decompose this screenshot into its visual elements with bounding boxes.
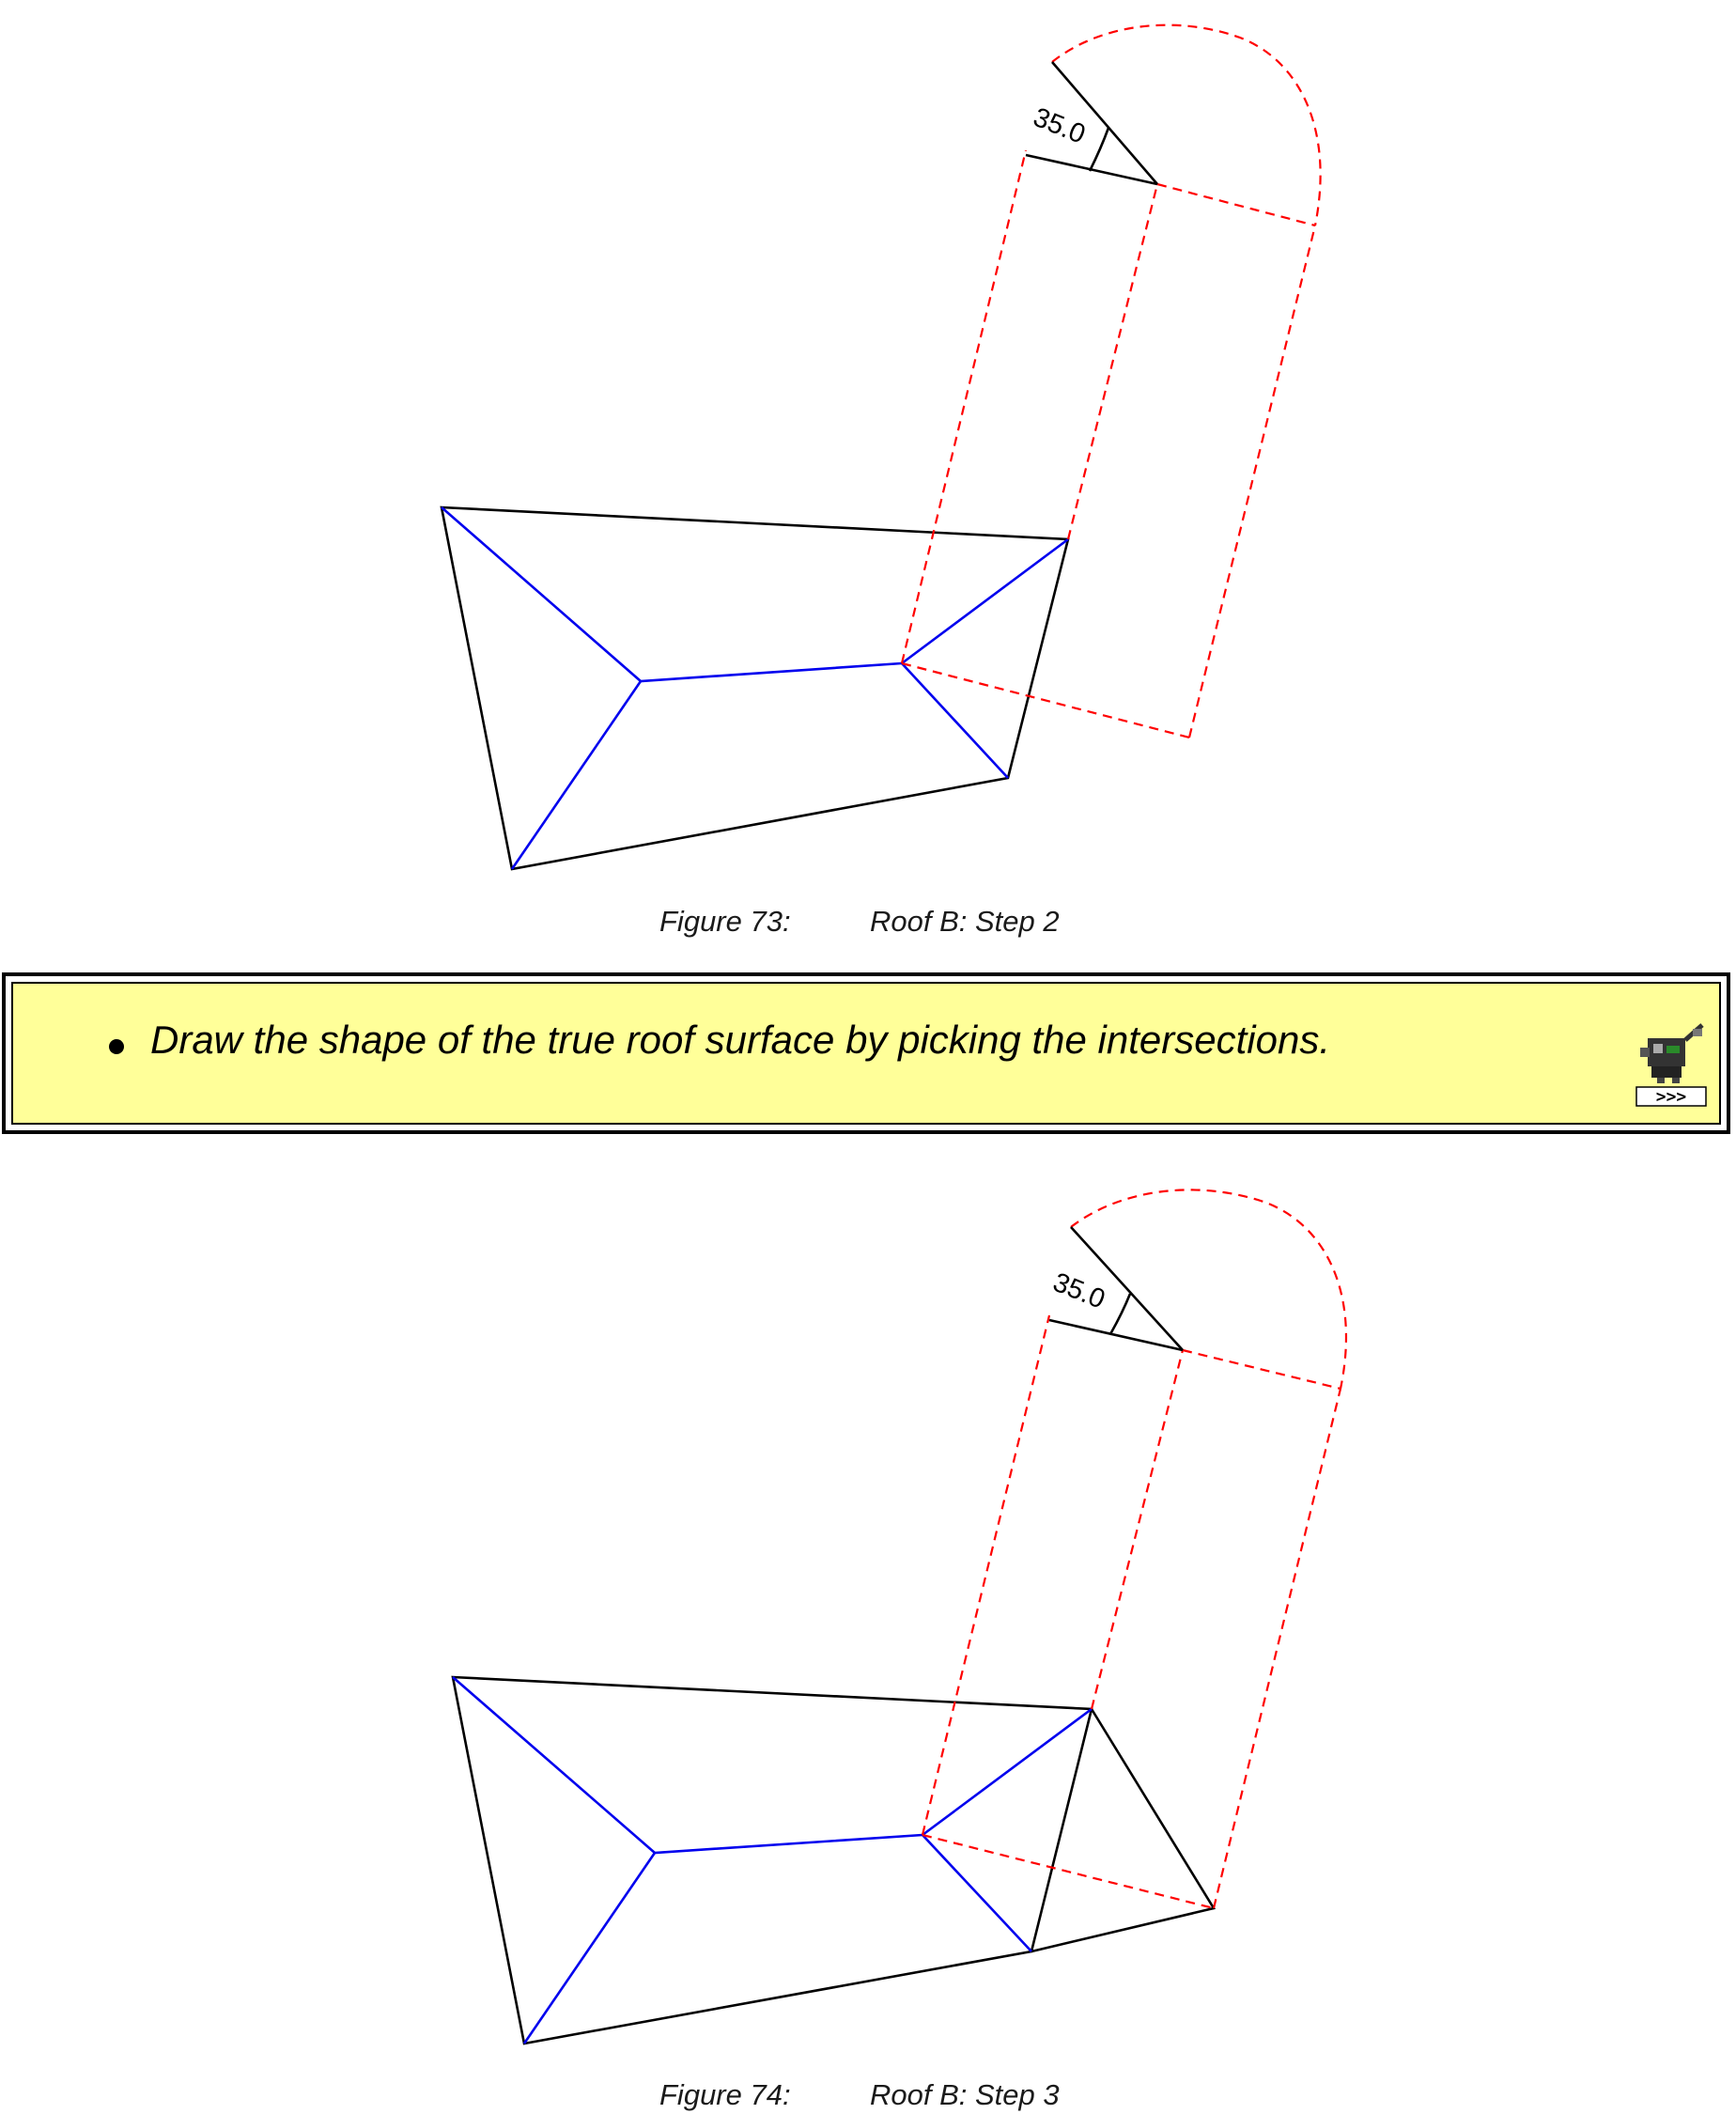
tool-icon[interactable]: >>> bbox=[1635, 1021, 1708, 1108]
roof-outline bbox=[451, 1675, 1217, 2045]
caption-text: Roof B: Step 3 bbox=[870, 2078, 1060, 2111]
angle-dimension: 35.0 bbox=[1048, 1226, 1184, 1352]
angle-dimension: 35.0 bbox=[1025, 61, 1158, 186]
angle-label: 35.0 bbox=[1048, 1267, 1108, 1315]
angle-label: 35.0 bbox=[1029, 102, 1089, 150]
roof-outline bbox=[440, 505, 1070, 871]
hip-lines bbox=[441, 506, 1069, 870]
instruction-box: Draw the shape of the true roof surface … bbox=[2, 972, 1730, 1134]
caption-number: Figure 74: bbox=[659, 2078, 791, 2111]
tool-icon-label: >>> bbox=[1656, 1087, 1687, 1107]
caption-number: Figure 73: bbox=[659, 905, 791, 938]
instruction-box-inner: Draw the shape of the true roof surface … bbox=[11, 982, 1721, 1125]
figure-73-diagram: 35.0 bbox=[440, 23, 1322, 871]
instruction-text: Draw the shape of the true roof surface … bbox=[150, 1018, 1331, 1062]
figure-74-diagram: 35.0 bbox=[451, 1189, 1348, 2045]
bullet-icon bbox=[109, 1039, 124, 1054]
caption-text: Roof B: Step 2 bbox=[870, 905, 1060, 938]
hip-lines bbox=[452, 1676, 1093, 2044]
